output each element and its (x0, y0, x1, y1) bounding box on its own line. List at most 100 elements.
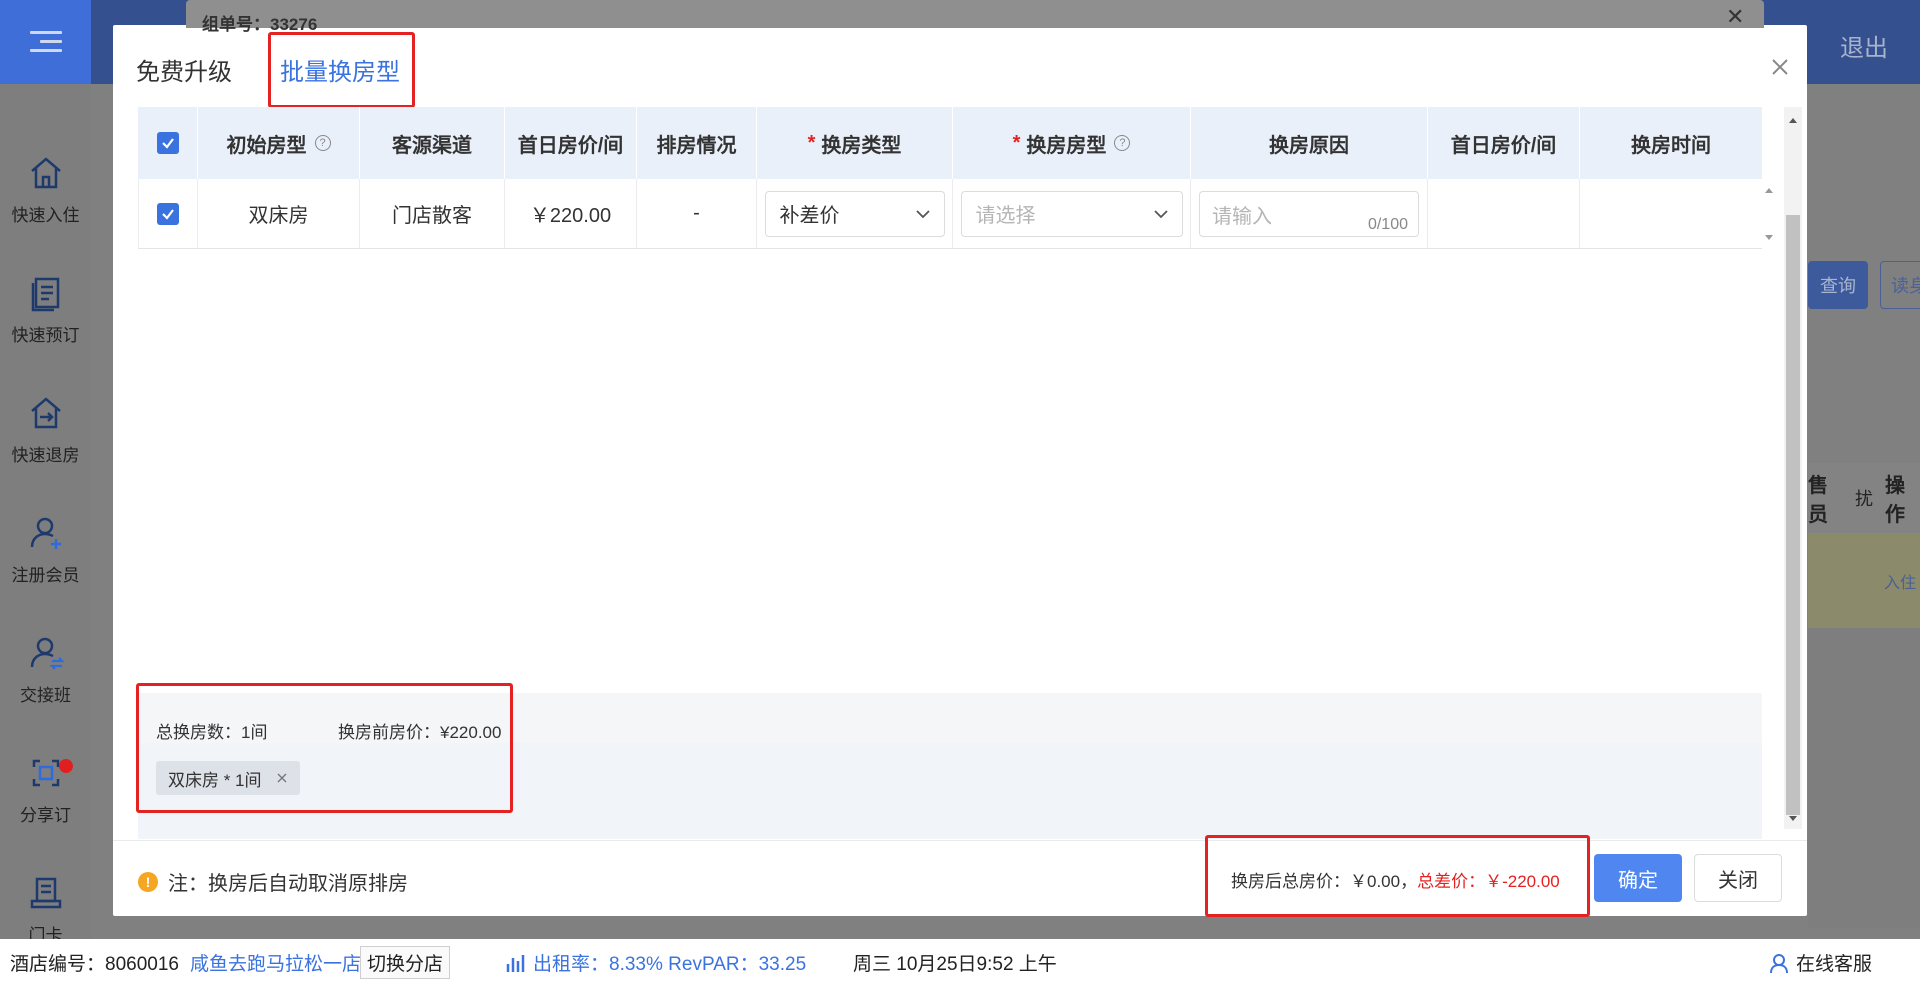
sidebar-item-register-member[interactable]: 注册会员 (0, 489, 91, 609)
sidebar-item-quick-booking[interactable]: 快速预订 (0, 249, 91, 369)
header-label: 客源渠道 (392, 134, 472, 157)
sidebar-item-quick-checkin[interactable]: 快速入住 (0, 129, 91, 249)
header-label: 换房原因 (1269, 134, 1349, 157)
header-new-first-day-price: 首日房价/间 (1428, 107, 1580, 179)
bg-read-id-button: 读身 (1880, 261, 1920, 309)
char-counter: 0/100 (1367, 215, 1408, 233)
header-label: 换房时间 (1631, 134, 1711, 157)
note-text: 注：换房后自动取消原排房 (168, 873, 408, 895)
sidebar-item-label: 注册会员 (11, 565, 80, 585)
current-date: 周三 10月25日9:52 上午 (853, 954, 1057, 975)
bg-strip (1808, 628, 1920, 928)
table-header: 初始房型 ? 客源渠道 首日房价/间 排房情况 * 换房类型 * 换房房型 ? 换房… (138, 107, 1762, 179)
row-scrollbar[interactable] (1762, 179, 1776, 249)
underlying-dialog-header: 组单号：33276 ✕ (186, 0, 1764, 34)
modal-scrollbar-thumb[interactable] (1786, 215, 1800, 815)
footer-note: ! 注：换房后自动取消原排房 (138, 867, 408, 896)
header-change-time: 换房时间 (1580, 107, 1762, 179)
header-label: 首日房价/间 (1450, 134, 1557, 157)
highlight-box (136, 683, 513, 813)
chevron-down-icon (915, 209, 930, 218)
status-bar: 酒店编号：8060016 咸鱼去跑马拉松一店 切换分店 出租率：8.33% Re… (0, 939, 1920, 986)
share-icon (32, 759, 59, 786)
header-initial-room-type: 初始房型 ? (198, 107, 360, 179)
bg-table-row: 入住 (1808, 533, 1920, 628)
tab-free-upgrade[interactable]: 免费升级 (136, 52, 232, 87)
cell-change-room-type: 请选择 (953, 179, 1191, 248)
check-icon (162, 208, 174, 220)
sidebar-item-label: 快速入住 (11, 205, 80, 225)
sidebar-item-label: 快速退房 (11, 445, 80, 465)
user-add-icon (30, 517, 61, 549)
sidebar: 快速入住 快速预订 快速退房 注册会员 交接班 分享订 门卡 (0, 84, 91, 945)
close-icon[interactable] (1766, 53, 1794, 81)
header-arrangement: 排房情况 (637, 107, 757, 179)
hotel-code: 酒店编号：8060016 (10, 954, 179, 975)
confirm-button[interactable]: 确定 (1594, 854, 1682, 902)
header-label: 初始房型 (226, 134, 307, 157)
header-channel: 客源渠道 (360, 107, 505, 179)
bg-header-cell: 售员 (1808, 475, 1828, 526)
header-label: 首日房价/间 (517, 134, 624, 157)
sidebar-item-label: 交接班 (20, 685, 71, 705)
online-service-button[interactable]: 在线客服 (1768, 949, 1872, 976)
checkout-icon (30, 396, 61, 428)
online-service-label: 在线客服 (1796, 954, 1873, 975)
cell-reason: 请输入 0/100 (1191, 179, 1428, 248)
hotel-name-link[interactable]: 咸鱼去跑马拉松一店 (190, 949, 361, 976)
help-icon[interactable]: ? (1114, 135, 1131, 151)
close-icon: ✕ (1726, 4, 1745, 29)
batch-change-room-modal: 组单号：33276 ✕ 免费升级 批量换房型 初始房型 ? 客源渠道 首日房价/… (113, 0, 1807, 917)
sidebar-item-quick-checkout[interactable]: 快速退房 (0, 369, 91, 489)
cell-change-type: 补差价 (757, 179, 953, 248)
reason-placeholder: 请输入 (1212, 205, 1272, 228)
header-change-type: * 换房类型 (757, 107, 953, 179)
header-label: 排房情况 (656, 134, 737, 157)
bar-chart-icon (506, 954, 525, 972)
close-button[interactable]: 关闭 (1694, 854, 1782, 902)
bg-table-header: 售员 扰 操作 (1808, 463, 1920, 533)
change-room-type-select[interactable]: 请选择 (960, 190, 1183, 237)
user-switch-icon (30, 637, 65, 670)
header-label: 换房房型 (1026, 134, 1107, 157)
select-all-checkbox[interactable] (156, 132, 179, 154)
check-icon (161, 138, 174, 149)
cell-room-type: 双床房 (198, 179, 360, 248)
table-row: 双床房 门店散客 ￥220.00 - 补差价 请选择 请输入 0/100 (138, 179, 1762, 249)
highlight-box (268, 32, 415, 108)
cell-channel: 门店散客 (360, 179, 505, 248)
sidebar-item-label: 快速预订 (11, 325, 80, 345)
sidebar-item-share-order[interactable]: 分享订 (0, 729, 91, 849)
cell-change-time (1580, 179, 1762, 248)
chevron-down-icon (1153, 209, 1168, 218)
occupancy-text: 出租率：8.33% RevPAR：33.25 (533, 954, 807, 975)
sidebar-item-shift-handover[interactable]: 交接班 (0, 609, 91, 729)
cell-new-price (1428, 179, 1580, 248)
change-type-value: 补差价 (779, 205, 840, 227)
required-mark: * (1012, 131, 1021, 154)
header-label: 换房类型 (821, 134, 902, 157)
switch-branch-button[interactable]: 切换分店 (360, 946, 451, 979)
occupancy-info: 出租率：8.33% RevPAR：33.25 (505, 949, 806, 976)
change-room-type-placeholder: 请选择 (975, 205, 1036, 227)
row-checkbox[interactable] (157, 202, 179, 225)
reason-textarea[interactable]: 请输入 0/100 (1199, 190, 1419, 237)
logout-button[interactable]: 退出 (1840, 28, 1888, 63)
help-icon[interactable]: ? (314, 135, 331, 151)
cell-price: ￥220.00 (505, 179, 637, 248)
header-first-day-price: 首日房价/间 (505, 107, 637, 179)
menu-toggle-button[interactable] (0, 0, 91, 84)
sidebar-item-label: 分享订 (20, 805, 71, 825)
document-icon (31, 277, 59, 311)
highlight-box (1205, 835, 1590, 917)
bg-row-action: 入住 (1883, 574, 1916, 592)
home-icon (30, 156, 61, 188)
row-select-cell (138, 179, 198, 248)
card-icon (30, 877, 61, 908)
change-type-select[interactable]: 补差价 (764, 190, 945, 237)
select-all-cell (138, 107, 198, 179)
header-change-room-type: * 换房房型 ? (953, 107, 1191, 179)
header-reason: 换房原因 (1191, 107, 1428, 179)
menu-icon (29, 31, 62, 53)
required-mark: * (807, 131, 816, 154)
